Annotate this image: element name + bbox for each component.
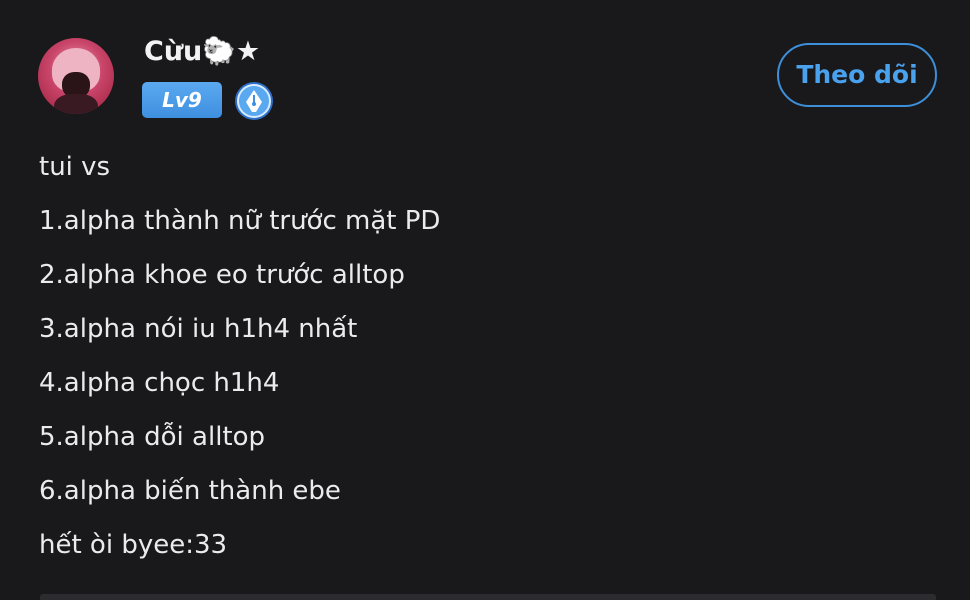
post-line: 2.alpha khoe eo trước alltop (39, 260, 405, 290)
level-badge: Lv9 (142, 82, 222, 118)
post-line: 3.alpha nói iu h1h4 nhất (39, 314, 358, 344)
post-line: hết òi byee:33 (39, 530, 228, 560)
avatar-body (54, 94, 98, 114)
author-name[interactable]: Cừu🐑★ (144, 34, 260, 70)
avatar[interactable] (38, 38, 114, 114)
post-line: 6.alpha biến thành ebe (39, 476, 341, 506)
post-line: tui vs (39, 152, 111, 182)
post-line: 1.alpha thành nữ trước mặt PD (39, 206, 441, 236)
pen-nib-icon (235, 82, 273, 120)
post-card: Cừu🐑★ Lv9 Theo dõi tui vs 1.alpha thành … (0, 0, 970, 600)
divider (40, 594, 936, 600)
follow-button[interactable]: Theo dõi (777, 43, 937, 107)
post-content: tui vs 1.alpha thành nữ trước mặt PD 2.a… (39, 140, 919, 572)
post-line: 4.alpha chọc h1h4 (39, 368, 280, 398)
post-line: 5.alpha dỗi alltop (39, 422, 266, 452)
